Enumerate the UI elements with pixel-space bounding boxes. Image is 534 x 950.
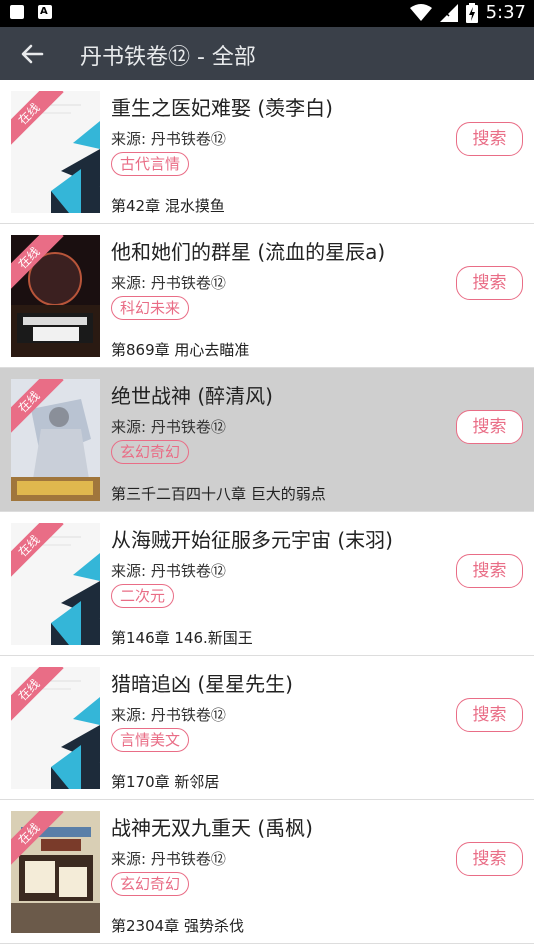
- toolbar: 丹书铁卷⑫ - 全部: [0, 27, 534, 80]
- book-category-tag: 二次元: [111, 584, 175, 608]
- latest-chapter: 第42章 混水摸鱼: [111, 197, 225, 215]
- book-title: 战神无双九重天 (禹枫): [111, 816, 313, 840]
- book-title: 重生之医妃难娶 (羡李白): [111, 96, 333, 120]
- book-source: 来源: 丹书铁卷⑫: [111, 418, 226, 436]
- book-source: 来源: 丹书铁卷⑫: [111, 706, 226, 724]
- book-title: 绝世战神 (醉清风): [111, 384, 273, 408]
- latest-chapter: 第146章 146.新国王: [111, 629, 253, 647]
- book-category-tag: 玄幻奇幻: [111, 440, 190, 464]
- font-app-icon: A: [38, 5, 52, 19]
- book-source: 来源: 丹书铁卷⑫: [111, 130, 226, 148]
- book-list-item[interactable]: 在线 绝世战神 (醉清风) 来源: 丹书铁卷⑫ 玄幻奇幻 第三千二百四十八章 巨…: [0, 368, 534, 512]
- back-arrow-icon[interactable]: [18, 40, 46, 68]
- search-button[interactable]: 搜索: [456, 842, 523, 876]
- latest-chapter: 第869章 用心去瞄准: [111, 341, 250, 359]
- latest-chapter: 第三千二百四十八章 巨大的弱点: [111, 485, 326, 503]
- book-source: 来源: 丹书铁卷⑫: [111, 562, 226, 580]
- status-right-icons: 5:37: [409, 2, 526, 23]
- book-list: 在线 重生之医妃难娶 (羡李白) 来源: 丹书铁卷⑫ 古代言情 第42章 混水摸…: [0, 80, 534, 944]
- book-list-item[interactable]: 在线 重生之医妃难娶 (羡李白) 来源: 丹书铁卷⑫ 古代言情 第42章 混水摸…: [0, 80, 534, 224]
- book-title: 他和她们的群星 (流血的星辰a): [111, 240, 386, 264]
- book-list-item[interactable]: 在线 从海贼开始征服多元宇宙 (末羽) 来源: 丹书铁卷⑫ 二次元 第146章 …: [0, 512, 534, 656]
- book-cover: 在线: [11, 667, 100, 789]
- book-category-tag: 言情美文: [111, 728, 190, 752]
- page-title: 丹书铁卷⑫ - 全部: [80, 45, 256, 70]
- book-list-item[interactable]: 在线 他和她们的群星 (流血的星辰a) 来源: 丹书铁卷⑫ 科幻未来 第869章…: [0, 224, 534, 368]
- search-button[interactable]: 搜索: [456, 410, 523, 444]
- search-button[interactable]: 搜索: [456, 266, 523, 300]
- book-title: 猎暗追凶 (星星先生): [111, 672, 293, 696]
- search-button[interactable]: 搜索: [456, 554, 523, 588]
- book-category-tag: 古代言情: [111, 152, 190, 176]
- book-list-item[interactable]: 在线 战神无双九重天 (禹枫) 来源: 丹书铁卷⑫ 玄幻奇幻 第2304章 强势…: [0, 800, 534, 944]
- status-time: 5:37: [485, 2, 526, 23]
- status-left-icons: A: [10, 5, 52, 19]
- wifi-icon: [409, 3, 432, 21]
- book-cover: 在线: [11, 91, 100, 213]
- book-cover: 在线: [11, 811, 100, 933]
- notification-icon: [10, 5, 24, 19]
- status-bar: A 5:37: [0, 0, 534, 27]
- book-category-tag: 玄幻奇幻: [111, 872, 190, 896]
- search-button[interactable]: 搜索: [456, 122, 523, 156]
- book-title: 从海贼开始征服多元宇宙 (末羽): [111, 528, 393, 552]
- latest-chapter: 第170章 新邻居: [111, 773, 220, 791]
- book-category-tag: 科幻未来: [111, 296, 190, 320]
- book-cover: 在线: [11, 523, 100, 645]
- book-cover: 在线: [11, 235, 100, 357]
- book-list-item[interactable]: 在线 猎暗追凶 (星星先生) 来源: 丹书铁卷⑫ 言情美文 第170章 新邻居 …: [0, 656, 534, 800]
- latest-chapter: 第2304章 强势杀伐: [111, 917, 244, 935]
- book-source: 来源: 丹书铁卷⑫: [111, 850, 226, 868]
- signal-icon: [439, 3, 458, 22]
- book-source: 来源: 丹书铁卷⑫: [111, 274, 226, 292]
- book-cover: 在线: [11, 379, 100, 501]
- search-button[interactable]: 搜索: [456, 698, 523, 732]
- battery-icon: [465, 2, 478, 23]
